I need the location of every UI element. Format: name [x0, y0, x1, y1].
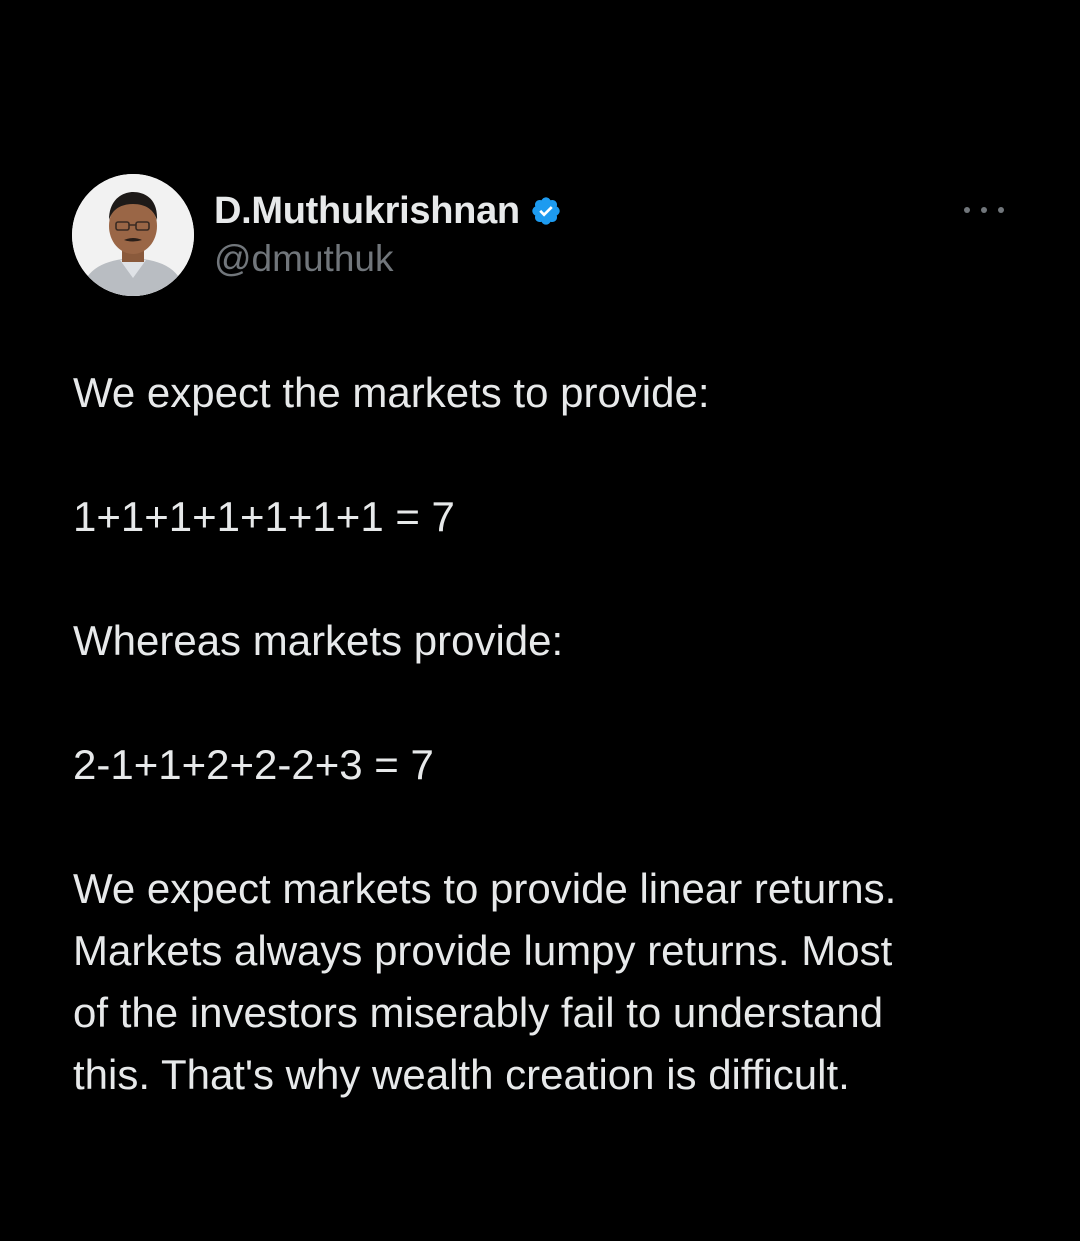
author-handle[interactable]: @dmuthuk: [214, 238, 393, 280]
tweet-line: We expect markets to provide linear retu…: [73, 865, 897, 912]
author-name-row: D.Muthukrishnan: [214, 188, 562, 234]
tweet-line: We expect the markets to provide:: [73, 369, 710, 416]
tweet-line: Markets always provide lumpy returns. Mo…: [73, 927, 893, 974]
dot: [998, 207, 1004, 213]
avatar[interactable]: [72, 174, 194, 296]
more-options-icon[interactable]: [964, 196, 1004, 224]
tweet: D.Muthukrishnan @dmuthuk We expect the m…: [0, 0, 1080, 1241]
avatar-photo: [72, 174, 194, 296]
author-display-name[interactable]: D.Muthukrishnan: [214, 190, 520, 233]
tweet-line: Whereas markets provide:: [73, 617, 564, 664]
tweet-line: 1+1+1+1+1+1+1 = 7: [73, 493, 455, 540]
tweet-line: this. That's why wealth creation is diff…: [73, 1051, 850, 1098]
verified-badge-icon: [530, 195, 562, 227]
tweet-text: We expect the markets to provide: 1+1+1+…: [73, 362, 1033, 1106]
tweet-line: of the investors miserably fail to under…: [73, 989, 884, 1036]
tweet-line: 2-1+1+2+2-2+3 = 7: [73, 741, 434, 788]
dot: [981, 207, 987, 213]
dot: [964, 207, 970, 213]
